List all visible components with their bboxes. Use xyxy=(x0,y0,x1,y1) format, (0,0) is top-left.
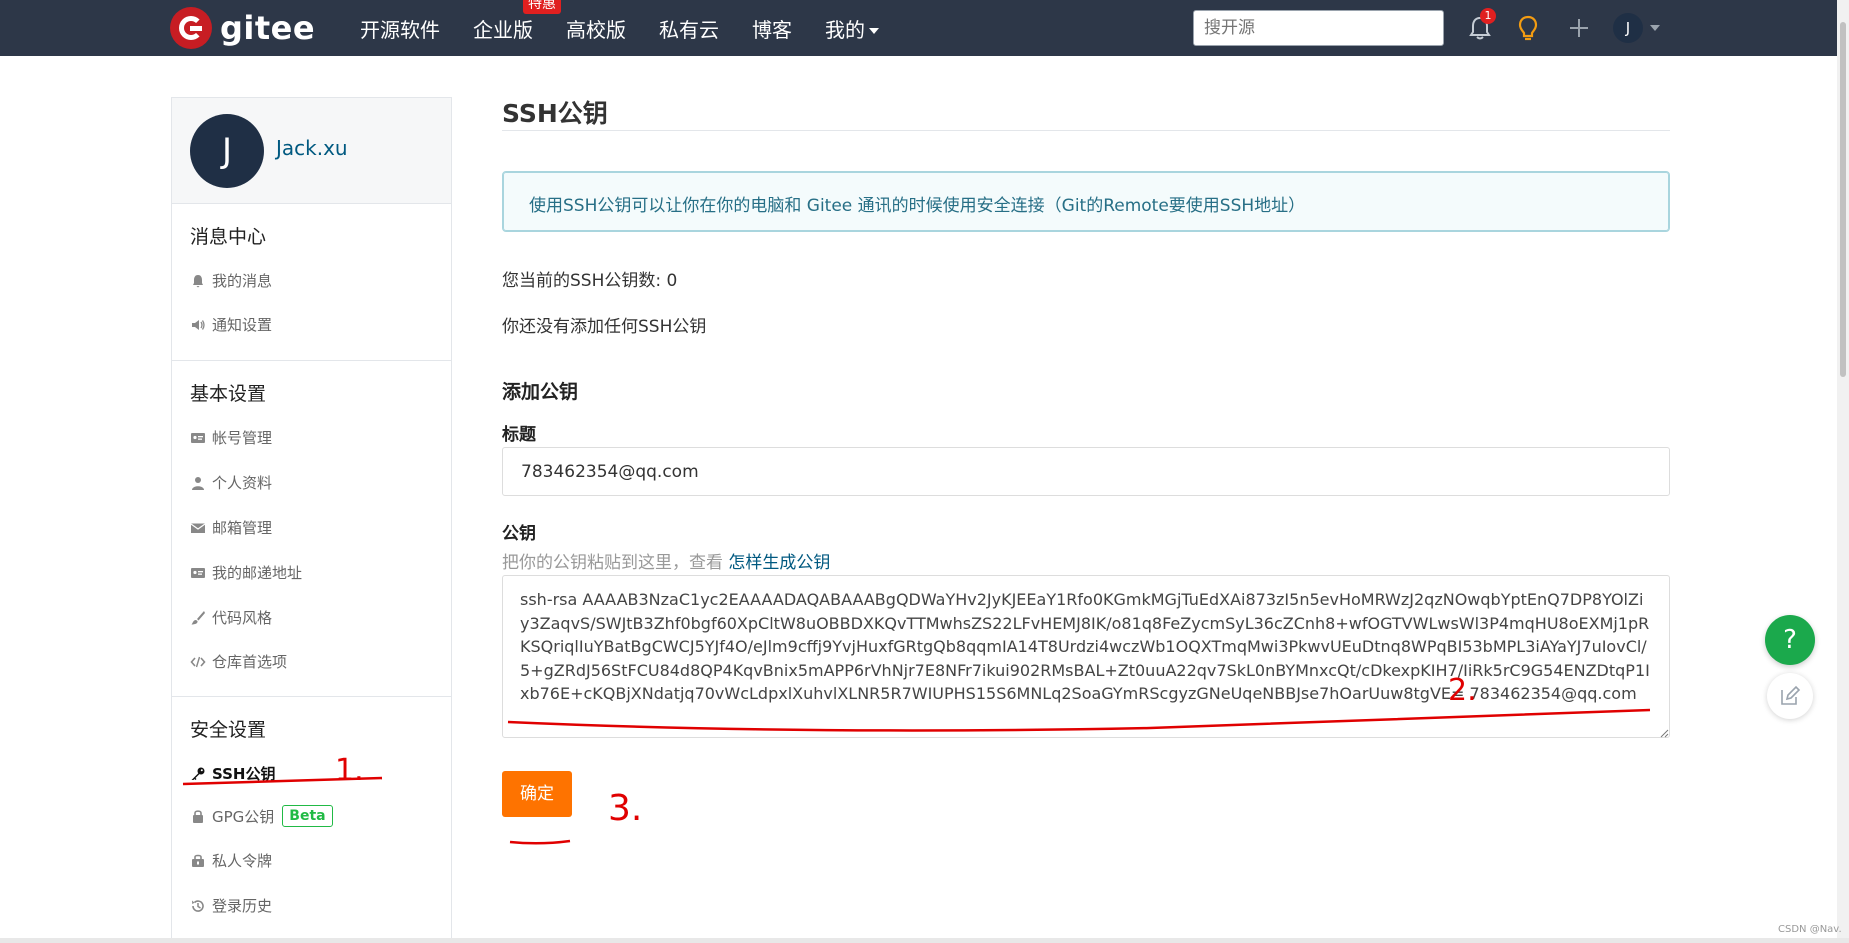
sidebar-item-code-style[interactable]: 代码风格 xyxy=(190,607,272,628)
user-menu-chevron-icon[interactable] xyxy=(1650,25,1660,31)
sidebar-item-label: SSH公钥 xyxy=(212,765,276,783)
title-divider xyxy=(502,130,1670,131)
username-link[interactable]: Jack.xu xyxy=(276,136,348,160)
sidebar-item-account[interactable]: 帐号管理 xyxy=(190,427,272,448)
sidebar-item-private-tokens[interactable]: 私人令牌 xyxy=(190,850,272,871)
title-field-label: 标题 xyxy=(502,425,536,445)
sidebar-item-label: 我的邮递地址 xyxy=(212,564,303,582)
title-input[interactable]: 783462354@qq.com xyxy=(502,447,1670,496)
user-avatar-menu[interactable]: J xyxy=(1613,13,1643,43)
info-message: 使用SSH公钥可以让你在你的电脑和 Gitee 通讯的时候使用安全连接（Git的… xyxy=(502,171,1670,232)
nav-enterprise-label: 企业版 xyxy=(473,17,533,42)
key-hint: 把你的公钥粘贴到这里，查看 怎样生成公钥 xyxy=(502,548,830,573)
id-card-icon xyxy=(191,432,205,443)
watermark: CSDN @Nav. xyxy=(1778,924,1842,935)
help-button[interactable]: ? xyxy=(1765,615,1815,665)
confirm-button[interactable]: 确定 xyxy=(502,771,572,817)
sidebar-item-label: 邮箱管理 xyxy=(212,519,273,537)
nav-private-cloud[interactable]: 私有云 xyxy=(659,14,719,43)
nav-university[interactable]: 高校版 xyxy=(566,14,626,43)
bottom-strip xyxy=(0,938,1849,943)
envelope-icon xyxy=(190,523,206,533)
sidebar-item-label: 登录历史 xyxy=(212,897,273,915)
ssh-key-count: 您当前的SSH公钥数: 0 xyxy=(502,271,678,291)
sidebar-item-label: 仓库首选项 xyxy=(212,653,288,671)
key-icon xyxy=(191,767,205,780)
gitee-logo[interactable]: gitee xyxy=(170,7,315,49)
sidebar-item-email[interactable]: 邮箱管理 xyxy=(190,517,272,538)
info-message-text: 使用SSH公钥可以让你在你的电脑和 Gitee 通讯的时候使用安全连接（Git的… xyxy=(529,196,1306,216)
sidebar-item-label: GPG公钥 xyxy=(212,807,275,826)
sidebar-item-ssh-keys[interactable]: SSH公钥 xyxy=(190,763,276,784)
sidebar-item-label: 代码风格 xyxy=(212,609,273,627)
section-title-security-settings: 安全设置 xyxy=(190,719,267,741)
profile-card: J Jack.xu xyxy=(172,98,451,204)
gitee-logo-icon xyxy=(170,7,212,49)
how-to-generate-key-link[interactable]: 怎样生成公钥 xyxy=(728,553,830,573)
search-input[interactable] xyxy=(1193,10,1444,46)
beta-badge: Beta xyxy=(282,805,333,827)
lock-icon xyxy=(193,810,203,823)
sidebar-item-label: 通知设置 xyxy=(212,316,273,334)
sidebar-item-label: 帐号管理 xyxy=(212,429,273,447)
sidebar-item-login-history[interactable]: 登录历史 xyxy=(190,895,272,916)
section-divider xyxy=(172,696,451,697)
feedback-button[interactable] xyxy=(1767,673,1813,719)
key-field-label: 公钥 xyxy=(502,524,536,544)
nav-open-source[interactable]: 开源软件 xyxy=(360,14,440,43)
speaker-icon xyxy=(192,319,205,330)
resize-handle-icon[interactable] xyxy=(1659,728,1669,738)
sidebar-item-profile[interactable]: 个人资料 xyxy=(190,472,272,493)
brand-name: gitee xyxy=(220,9,316,47)
section-title-messages: 消息中心 xyxy=(190,226,267,248)
top-navbar: gitee 开源软件 企业版 特惠 高校版 私有云 博客 我的 1 J xyxy=(0,0,1849,56)
main-nav: 开源软件 企业版 特惠 高校版 私有云 博客 我的 xyxy=(360,0,912,56)
plus-icon[interactable] xyxy=(1564,13,1594,43)
sidebar-item-gpg-keys[interactable]: GPG公钥 Beta xyxy=(190,805,333,827)
edit-icon xyxy=(1781,685,1801,705)
section-divider xyxy=(172,360,451,361)
section-title-basic-settings: 基本设置 xyxy=(190,383,267,405)
sidebar-item-mailing-address[interactable]: 我的邮递地址 xyxy=(190,562,302,583)
address-card-icon xyxy=(191,567,205,578)
nav-enterprise[interactable]: 企业版 特惠 xyxy=(473,0,561,43)
nav-mine[interactable]: 我的 xyxy=(825,14,879,43)
bell-icon xyxy=(193,274,203,287)
settings-sidebar: J Jack.xu 消息中心 我的消息 通知设置 基本设置 帐号管理 个人资料 … xyxy=(171,97,452,943)
avatar[interactable]: J xyxy=(190,114,264,188)
sidebar-item-notification-settings[interactable]: 通知设置 xyxy=(190,314,272,335)
empty-state-text: 你还没有添加任何SSH公钥 xyxy=(502,317,707,337)
lightbulb-icon[interactable] xyxy=(1513,13,1543,43)
key-hint-text: 把你的公钥粘贴到这里，查看 xyxy=(502,553,723,573)
page-title: SSH公钥 xyxy=(502,99,608,128)
user-icon xyxy=(192,476,204,490)
sidebar-item-repo-preferences[interactable]: 仓库首选项 xyxy=(190,651,287,672)
public-key-textarea[interactable]: ssh-rsa AAAAB3NzaC1yc2EAAAADAQABAAABgQDW… xyxy=(502,575,1670,738)
history-icon xyxy=(192,899,204,912)
hot-badge: 特惠 xyxy=(523,0,561,14)
add-key-heading: 添加公钥 xyxy=(502,381,579,403)
scrollbar-thumb[interactable] xyxy=(1840,22,1846,377)
paint-brush-icon xyxy=(191,610,205,624)
briefcase-lock-icon xyxy=(192,854,204,867)
sidebar-item-my-messages[interactable]: 我的消息 xyxy=(190,270,272,291)
annotation-underline-3 xyxy=(509,839,571,845)
chevron-down-icon xyxy=(869,28,879,34)
sidebar-item-label: 私人令牌 xyxy=(212,852,273,870)
annotation-step-3: 3. xyxy=(608,788,642,829)
notification-count-badge: 1 xyxy=(1480,8,1496,24)
sidebar-item-label: 个人资料 xyxy=(212,474,273,492)
nav-mine-label: 我的 xyxy=(825,17,865,42)
nav-blog[interactable]: 博客 xyxy=(752,14,792,43)
sidebar-item-label: 我的消息 xyxy=(212,272,273,290)
page-scrollbar[interactable] xyxy=(1837,0,1849,943)
code-icon xyxy=(190,656,206,667)
